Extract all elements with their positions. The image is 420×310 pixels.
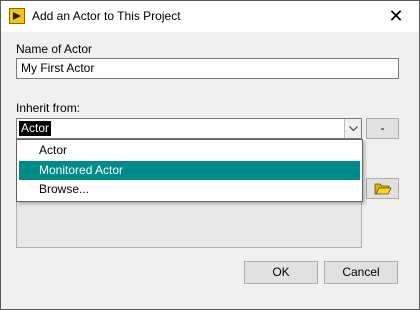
inherit-from-select[interactable]: Actor — [16, 118, 362, 139]
inherit-dropdown-list[interactable]: Actor Monitored Actor Browse... — [16, 139, 363, 202]
remove-parent-button[interactable]: - — [366, 118, 399, 139]
inherit-from-label: Inherit from: — [16, 101, 81, 115]
title-bar[interactable]: Add an Actor to This Project ✕ — [1, 1, 419, 32]
close-icon[interactable]: ✕ — [373, 1, 419, 32]
dropdown-option-browse[interactable]: Browse... — [19, 180, 360, 199]
browse-folder-button[interactable] — [366, 178, 399, 199]
labview-app-icon — [9, 8, 25, 24]
name-of-actor-label: Name of Actor — [16, 42, 93, 56]
add-actor-dialog: Add an Actor to This Project ✕ Name of A… — [0, 0, 420, 310]
window-title: Add an Actor to This Project — [32, 9, 181, 23]
cancel-button[interactable]: Cancel — [324, 261, 398, 284]
ok-button[interactable]: OK — [244, 261, 318, 284]
actor-name-input[interactable]: My First Actor — [16, 58, 399, 79]
dropdown-option-actor[interactable]: Actor — [19, 141, 360, 160]
dropdown-option-monitored-actor[interactable]: Monitored Actor — [19, 161, 360, 180]
inherit-selected-value: Actor — [19, 121, 52, 136]
chevron-down-icon[interactable] — [344, 119, 361, 138]
